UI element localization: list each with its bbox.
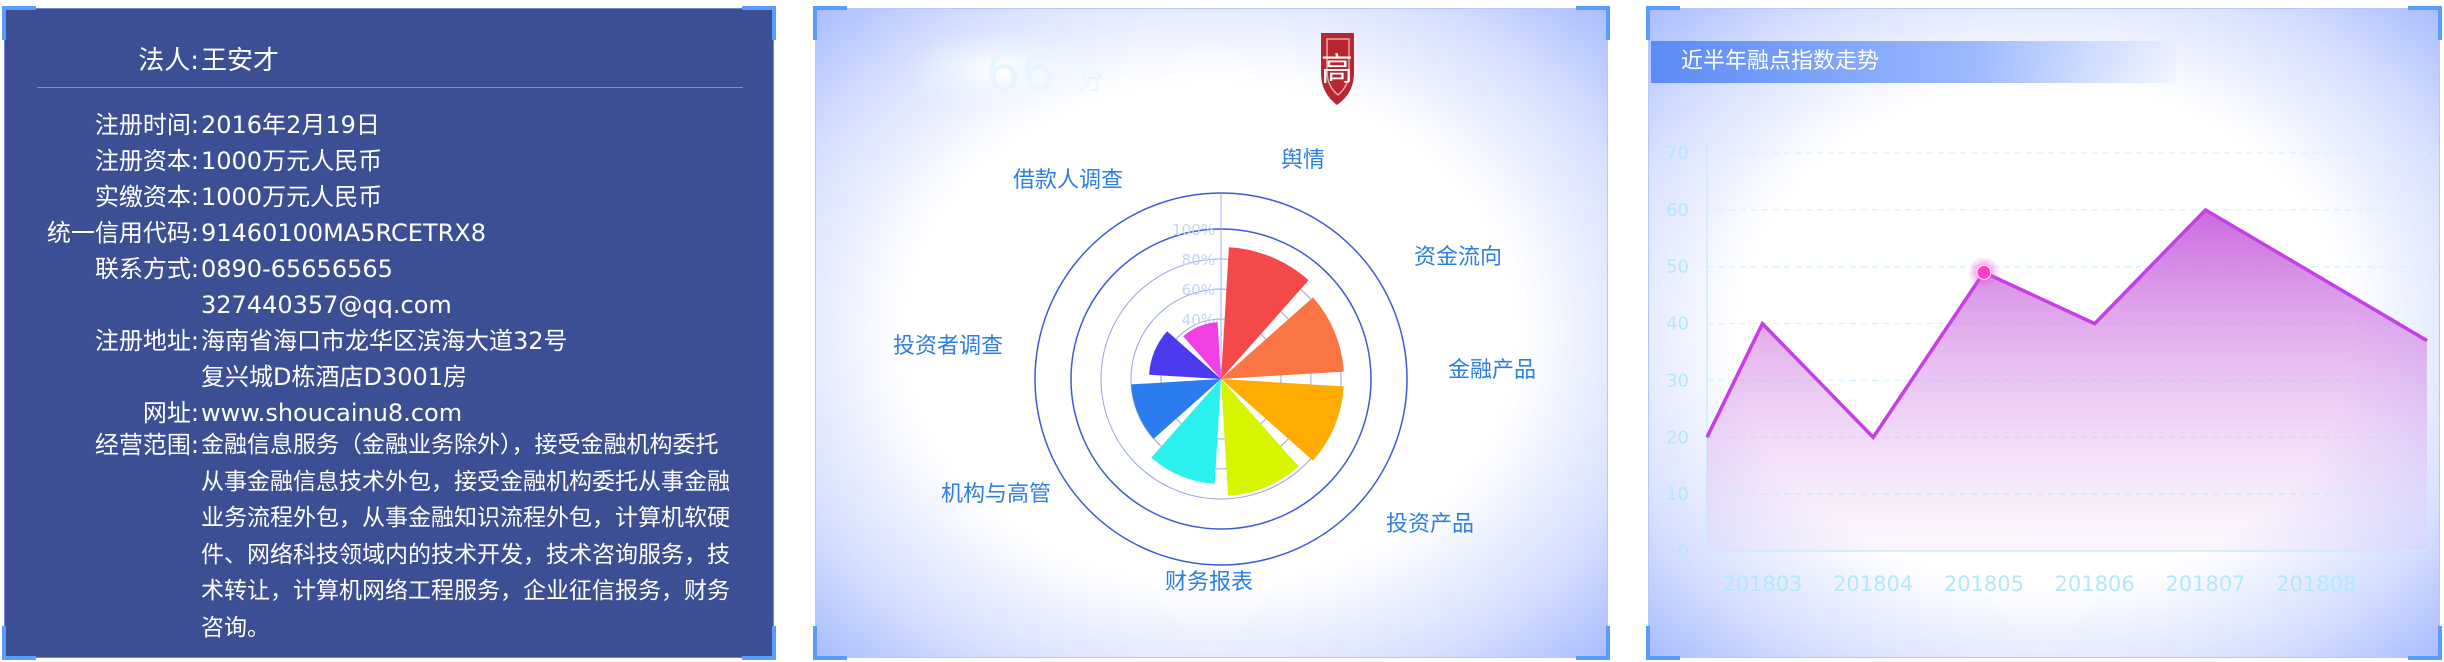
chart-title: 近半年融点指数走势 [1681, 49, 1880, 74]
legal-rep-value: 王安才 [201, 46, 280, 76]
x-tick-label: 201803 [1722, 572, 1802, 596]
info-value: 海南省海口市龙华区滨海大道32号 [201, 327, 568, 355]
info-label: 注册资本: [94, 147, 199, 175]
info-value[interactable]: www.shoucainu8.com [201, 395, 741, 431]
rose-category-label: 财务报表 [1165, 570, 1253, 595]
y-tick-label: 0 [1678, 541, 1689, 562]
corner-decoration [742, 626, 776, 660]
rose-category-label: 舆情 [1281, 148, 1325, 173]
corner-decoration [2, 626, 36, 660]
trend-panel: 0 10 20 30 40 50 60 70 201803 201804 201805 201806 2… [1646, 6, 2442, 660]
trend-area-chart: 0 10 20 30 40 50 60 70 201803 201804 201805 201806 2… [1666, 143, 2428, 596]
info-value: 复兴城D栋酒店D3001房 [201, 363, 468, 391]
risk-badge-text: 高 [1321, 50, 1353, 88]
x-tick-label: 201805 [1944, 572, 2024, 596]
y-tick-label: 40 [1666, 314, 1689, 335]
x-tick-label: 201806 [2055, 572, 2135, 596]
score-unit: 分 [1078, 66, 1104, 96]
x-tick-label: 201807 [2165, 572, 2245, 596]
y-tick-label: 20 [1666, 427, 1689, 448]
info-value: 0890-65656565 [201, 255, 393, 283]
radial-tick-label: 60% [1182, 281, 1215, 299]
info-value: 1000万元人民币 [201, 183, 383, 211]
rose-chart: 66 分高40%60%80%100%舆情资金流向金融产品投资产品财务报表机构与高管… [893, 29, 1536, 595]
info-label: 注册时间: [94, 111, 199, 139]
info-label: 实缴资本: [94, 183, 199, 211]
risk-rose-panel: 66 分高 40% 60% 80% 100% 舆情 资金流向 金融产品 投资产品 财务报表 机构与高管… [813, 6, 1610, 660]
rose-category-label: 金融产品 [1448, 358, 1536, 383]
divider [37, 87, 743, 88]
info-label: 注册地址: [94, 327, 199, 355]
x-tick-label: 201804 [1833, 572, 1913, 596]
info-value: 2016年2月19日 [201, 111, 380, 139]
info-label: 网址: [142, 399, 199, 427]
radial-tick-label: 100% [1172, 221, 1215, 239]
chart-title-bar: 近半年融点指数走势 [1651, 41, 2176, 83]
y-tick-label: 30 [1666, 370, 1689, 391]
corner-decoration [2, 6, 36, 40]
rose-category-label: 投资产品 [1386, 512, 1474, 537]
scope-label: 经营范围: [94, 431, 199, 459]
info-label: 统一信用代码: [46, 219, 199, 247]
info-value: 327440357@qq.com [201, 291, 452, 319]
info-value: 1000万元人民币 [201, 147, 383, 175]
rose-category-label: 机构与高管 [941, 482, 1051, 507]
radial-tick-label: 80% [1182, 251, 1215, 269]
info-value: 91460100MA5RCETRX8 [201, 219, 486, 247]
y-tick-label: 50 [1666, 257, 1689, 278]
highlight-point [1976, 264, 1992, 280]
y-tick-label: 70 [1666, 143, 1689, 164]
business-scope: 金融信息服务（金融业务除外），接受金融机构委托从事金融信息技术外包，接受金融机构… [201, 432, 730, 641]
score-value: 66 [985, 40, 1056, 105]
y-tick-label: 60 [1666, 200, 1689, 221]
legal-rep-label: 法人: [138, 46, 199, 76]
rose-category-label: 投资者调查 [893, 334, 1003, 359]
rose-category-label: 借款人调查 [1013, 168, 1123, 193]
x-tick-label: 201808 [2276, 572, 2356, 596]
rose-category-label: 资金流向 [1414, 245, 1502, 270]
area-fill [1707, 209, 2427, 551]
corner-decoration [742, 6, 776, 40]
info-label: 联系方式: [94, 255, 199, 283]
company-info-panel: 法人: 王安才 注册时间: 2016年2月19日 注册资本: 1000万元人民币 实缴资… [2, 6, 776, 660]
y-tick-label: 10 [1666, 484, 1689, 505]
